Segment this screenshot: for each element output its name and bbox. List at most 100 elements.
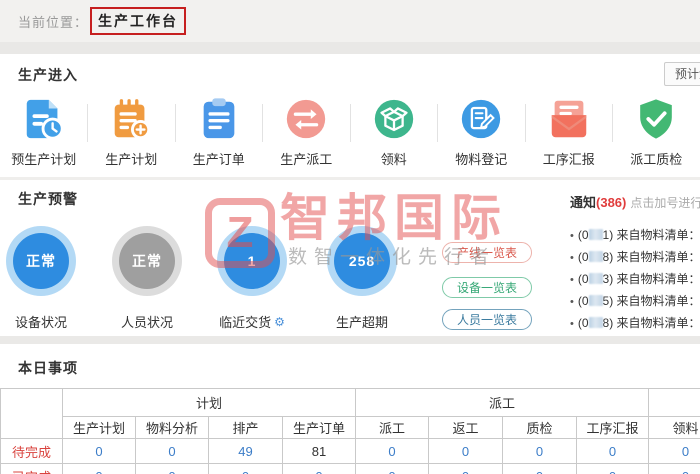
group-header-cut	[649, 389, 700, 417]
column-header: 派工	[356, 417, 429, 439]
entry-item-pre-production-plan[interactable]: 预生产计划	[0, 96, 88, 168]
doc-clock-icon	[21, 96, 67, 142]
notice-item[interactable]: •(03) 来自物料清单：55	[570, 268, 700, 290]
notice-count: (386)	[596, 195, 626, 210]
completed-count-link[interactable]: 0	[577, 464, 649, 474]
entry-item-production-order[interactable]: 生产订单	[175, 96, 263, 168]
notice-item[interactable]: •(05) 来自物料清单：1/	[570, 290, 700, 312]
entry-item-label: 预生产计划	[11, 149, 76, 168]
pending-count-link[interactable]: 49	[209, 439, 283, 464]
row-label: 已完成	[1, 464, 63, 474]
column-header: 排产	[209, 417, 283, 439]
notice-item[interactable]: •(08) 来自物料清单：55	[570, 246, 700, 268]
column-header: 生产订单	[283, 417, 356, 439]
pending-count-link[interactable]: 0	[356, 439, 429, 464]
today-section-title: 本日事项	[18, 358, 78, 378]
gauge-label: 人员状况	[121, 312, 173, 331]
entry-item-label: 生产派工	[280, 149, 332, 168]
separator-line	[0, 177, 700, 180]
table-row-pending: 待完成 0 0 49 81 0 0 0 0 0	[1, 439, 700, 464]
gear-icon[interactable]: ⚙	[274, 316, 285, 328]
today-section: 本日事项 计划 派工 生产计划 物料分析 排产 生产订单 派工 返工 质检 工序…	[0, 344, 700, 474]
gauge-value: 正常	[13, 233, 69, 289]
column-header: 领料	[649, 417, 700, 439]
gauge-ring: 1	[217, 226, 287, 296]
production-line-list-button[interactable]: 产线一览表	[442, 242, 532, 263]
entry-item-label: 生产计划	[105, 149, 157, 168]
gauge-label: 生产超期	[336, 312, 388, 331]
masked-digits	[589, 295, 603, 306]
masked-digits	[589, 229, 603, 240]
breadcrumb: 当前位置： 生产工作台	[0, 0, 700, 42]
entry-section-title: 生产进入	[18, 65, 78, 85]
pending-count-link[interactable]: 0	[577, 439, 649, 464]
masked-digits	[589, 317, 603, 328]
breadcrumb-current-highlight: 生产工作台	[90, 7, 186, 35]
column-header: 质检	[503, 417, 577, 439]
entry-item-dispatch-qc[interactable]: 派工质检	[613, 96, 700, 168]
group-header-dispatch: 派工	[356, 389, 649, 417]
entry-item-label: 工序汇报	[543, 149, 595, 168]
notice-panel: 通知(386) 点击加号进行通知 •(01) 来自物料清单：“飞 •(08) 来自…	[570, 192, 700, 334]
table-row-completed: 已完成 0 0 0 0 0 0 0 0 0	[1, 464, 700, 474]
bullet-icon: •	[570, 318, 574, 330]
notice-item[interactable]: •(08) 来自物料清单：Su	[570, 312, 700, 334]
completed-count-link[interactable]: 0	[356, 464, 429, 474]
pending-count-link[interactable]: 0	[136, 439, 209, 464]
notice-item[interactable]: •(01) 来自物料清单：“飞	[570, 224, 700, 246]
gauge-near-delivery[interactable]: 1 临近交货⚙	[217, 226, 287, 331]
gauge-production-overdue[interactable]: 258 生产超期	[327, 226, 397, 331]
document-edit-icon	[458, 96, 504, 142]
completed-count-link[interactable]: 0	[136, 464, 209, 474]
gauge-value: 1	[224, 233, 280, 289]
notice-hint: 点击加号进行通知	[630, 196, 700, 210]
gauge-label: 设备状况	[15, 312, 67, 331]
completed-count-link[interactable]: 0	[209, 464, 283, 474]
bullet-icon: •	[570, 274, 574, 286]
entry-item-label: 生产订单	[193, 149, 245, 168]
today-table: 计划 派工 生产计划 物料分析 排产 生产订单 派工 返工 质检 工序汇报 领料…	[0, 388, 700, 474]
completed-count-link[interactable]: 0	[63, 464, 136, 474]
entry-item-material-pick[interactable]: 领料	[350, 96, 438, 168]
breadcrumb-prefix: 当前位置：	[18, 12, 88, 31]
bullet-icon: •	[570, 252, 574, 264]
completed-count-link[interactable]: 0	[649, 464, 700, 474]
clipboard-icon	[196, 96, 242, 142]
entry-item-process-report[interactable]: 工序汇报	[525, 96, 613, 168]
entry-item-material-register[interactable]: 物料登记	[438, 96, 526, 168]
masked-digits	[589, 251, 603, 262]
gauge-equipment-status[interactable]: 正常 设备状况	[6, 226, 76, 331]
group-header-plan: 计划	[63, 389, 356, 417]
column-header: 返工	[429, 417, 503, 439]
warning-section-title: 生产预警	[18, 189, 78, 209]
column-header: 物料分析	[136, 417, 209, 439]
table-corner-cell	[1, 389, 63, 439]
gauge-value: 正常	[119, 233, 175, 289]
equipment-list-button[interactable]: 设备一览表	[442, 277, 532, 298]
entry-item-production-plan[interactable]: 生产计划	[88, 96, 176, 168]
completed-count-link[interactable]: 0	[503, 464, 577, 474]
column-header: 生产计划	[63, 417, 136, 439]
pending-count-link[interactable]: 0	[503, 439, 577, 464]
production-workbench-page: 当前位置： 生产工作台 生产进入 预计划 预生产计划 生产计划 生产订单	[0, 0, 700, 474]
entry-item-production-dispatch[interactable]: 生产派工	[263, 96, 351, 168]
entry-item-label: 派工质检	[630, 149, 682, 168]
mail-report-icon	[546, 96, 592, 142]
notice-title: 通知	[570, 195, 596, 210]
gauge-ring: 258	[327, 226, 397, 296]
notepad-plus-icon	[108, 96, 154, 142]
entry-item-label: 物料登记	[455, 149, 507, 168]
pending-count-link[interactable]: 0	[63, 439, 136, 464]
separator-band	[0, 336, 700, 344]
transfer-arrows-icon	[283, 96, 329, 142]
pending-count-link[interactable]: 0	[429, 439, 503, 464]
gauge-value: 258	[334, 233, 390, 289]
pre-plan-button[interactable]: 预计划	[664, 62, 700, 86]
gauge-personnel-status[interactable]: 正常 人员状况	[112, 226, 182, 331]
completed-count-link[interactable]: 0	[429, 464, 503, 474]
pending-count: 81	[283, 439, 356, 464]
row-label: 待完成	[1, 439, 63, 464]
pending-count-link[interactable]: 0	[649, 439, 700, 464]
personnel-list-button[interactable]: 人员一览表	[442, 309, 532, 330]
completed-count-link[interactable]: 0	[283, 464, 356, 474]
